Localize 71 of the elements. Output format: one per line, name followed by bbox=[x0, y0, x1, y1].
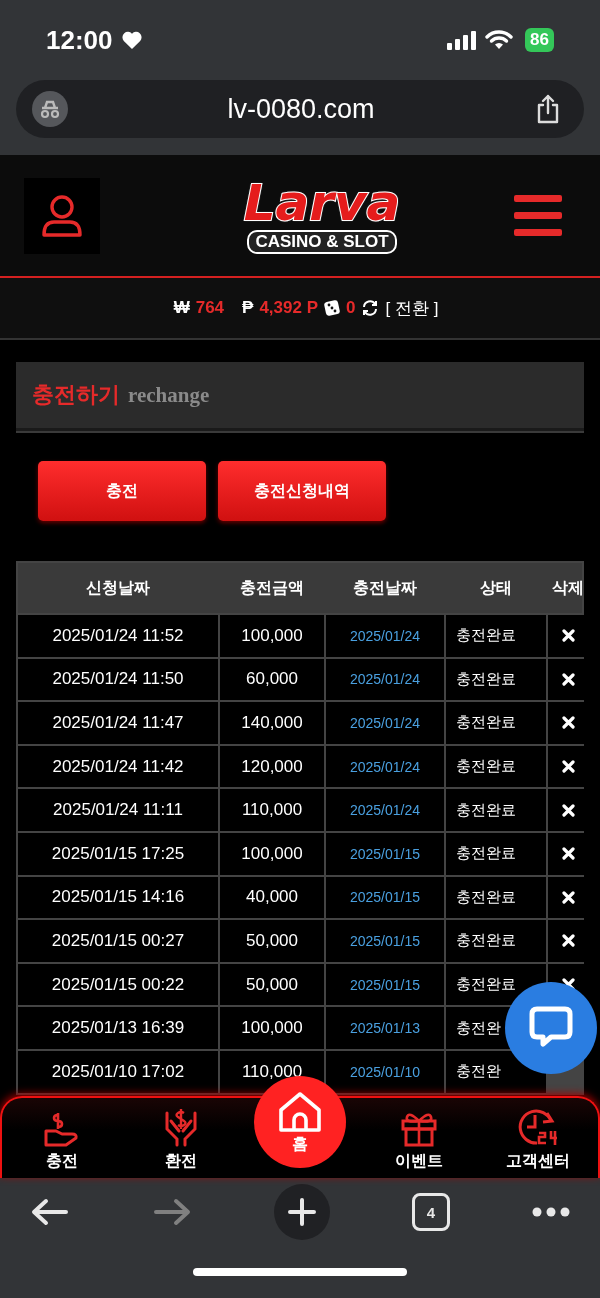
nav-label: 고객센터 bbox=[506, 1151, 571, 1172]
table-cell: 100,000 bbox=[220, 832, 324, 875]
table-cell: 충전완료 bbox=[446, 615, 546, 657]
url-text: lv-0080.com bbox=[226, 93, 376, 125]
table-cell: 충전완료 bbox=[446, 702, 546, 744]
battery-level: 86 bbox=[525, 28, 554, 52]
table-cell: 충전완료 bbox=[446, 658, 546, 701]
section-title: 충전하기 bbox=[32, 381, 120, 409]
section-subtitle: rechange bbox=[128, 382, 210, 408]
clock-time: 12:00 bbox=[46, 24, 113, 56]
nav-label: 홈 bbox=[292, 1133, 308, 1155]
column-header: 충전금액 bbox=[239, 576, 305, 599]
table-cell: 2025/01/13 bbox=[326, 1007, 444, 1049]
exchange-link[interactable]: [ 전환 ] bbox=[385, 296, 439, 320]
table-cell: 2025/01/15 17:25 bbox=[18, 832, 218, 875]
table-cell: 2025/01/24 bbox=[326, 745, 444, 788]
table-cell: 2025/01/15 bbox=[326, 920, 444, 962]
action-button[interactable]: 충전 bbox=[38, 461, 206, 521]
table-cell: 40,000 bbox=[220, 876, 324, 919]
table-cell: 2025/01/24 bbox=[326, 658, 444, 701]
column-header: 충전날짜 bbox=[352, 576, 418, 599]
currency-symbol: ₩ bbox=[173, 298, 190, 318]
table-cell: 2025/01/13 16:39 bbox=[18, 1007, 218, 1049]
table-cell: 2025/01/10 17:02 bbox=[18, 1050, 218, 1093]
table-cell: 50,000 bbox=[220, 963, 324, 1006]
column-header: 상태 bbox=[479, 576, 513, 599]
table-cell: 2025/01/15 bbox=[326, 832, 444, 875]
table-cell: 2025/01/15 14:16 bbox=[18, 876, 218, 919]
nav-label: 이벤트 bbox=[395, 1151, 444, 1172]
column-header: 신청날짜 bbox=[85, 576, 151, 599]
table-cell: 충전완료 bbox=[446, 876, 546, 919]
table-cell: 2025/01/15 bbox=[326, 876, 444, 919]
table-cell: 2025/01/24 bbox=[326, 615, 444, 657]
table-cell: 2025/01/24 11:42 bbox=[18, 745, 218, 788]
nav-item[interactable]: 환전 bbox=[121, 1098, 241, 1178]
table-cell: 120,000 bbox=[220, 745, 324, 788]
tab-count-button[interactable]: 4 bbox=[412, 1193, 450, 1231]
table-cell: 60,000 bbox=[220, 658, 324, 701]
table-cell: 140,000 bbox=[220, 702, 324, 744]
table-cell: 충전완료 bbox=[446, 920, 546, 962]
table-cell: 2025/01/10 bbox=[326, 1050, 444, 1093]
table-cell: 충전완료 bbox=[446, 745, 546, 788]
table-cell: 충전완료 bbox=[446, 832, 546, 875]
table-cell: 2025/01/24 bbox=[326, 702, 444, 744]
table-cell: 충전완료 bbox=[446, 789, 546, 831]
table-cell: 2025/01/15 bbox=[326, 963, 444, 1006]
nav-label: 충전 bbox=[45, 1151, 78, 1172]
column-header: 삭제 bbox=[551, 576, 585, 599]
table-cell: 50,000 bbox=[220, 920, 324, 962]
nav-item[interactable]: 충전 bbox=[2, 1098, 122, 1178]
table-cell: 2025/01/24 11:52 bbox=[18, 615, 218, 657]
table-cell: 2025/01/24 11:11 bbox=[18, 789, 218, 831]
table-cell: 2025/01/24 11:50 bbox=[18, 658, 218, 701]
balance-value: 0 bbox=[346, 298, 356, 318]
logo-tagline: CASINO & SLOT bbox=[247, 229, 397, 254]
table-cell: 110,000 bbox=[220, 789, 324, 831]
table-cell: 100,000 bbox=[220, 1007, 324, 1049]
table-cell: 2025/01/15 00:22 bbox=[18, 963, 218, 1006]
action-button[interactable]: 충전신청내역 bbox=[218, 461, 386, 521]
table-cell: 100,000 bbox=[220, 615, 324, 657]
nav-item[interactable]: 이벤트 bbox=[359, 1098, 479, 1178]
logo-text: Larva bbox=[243, 177, 401, 228]
currency-symbol: ₱ bbox=[242, 298, 254, 318]
table-cell: 2025/01/24 bbox=[326, 789, 444, 831]
nav-item[interactable]: 고객센터 bbox=[478, 1098, 598, 1178]
table-cell: 2025/01/15 00:27 bbox=[18, 920, 218, 962]
balance-value: 764 bbox=[195, 298, 225, 318]
balance-value: 4,392 P bbox=[259, 298, 318, 318]
table-cell: 2025/01/24 11:47 bbox=[18, 702, 218, 744]
nav-label: 환전 bbox=[164, 1151, 197, 1172]
address-bar[interactable]: lv-0080.com bbox=[16, 80, 584, 138]
